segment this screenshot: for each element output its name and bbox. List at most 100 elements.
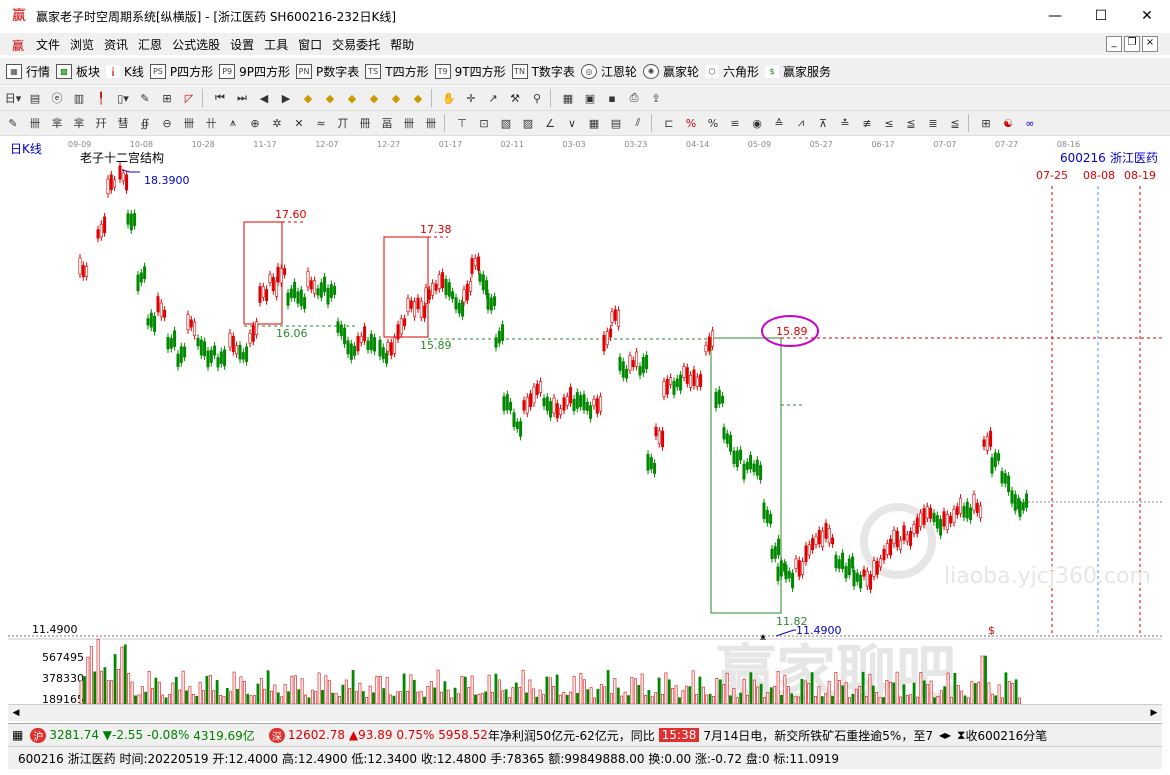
draw-tool-11-icon[interactable]: ⩚ bbox=[224, 114, 242, 132]
percent-icon[interactable]: % bbox=[704, 114, 722, 132]
tools-icon[interactable]: ⚒ bbox=[506, 89, 524, 107]
infinity-icon[interactable]: ∞ bbox=[1021, 114, 1039, 132]
draw-tool-13-icon[interactable]: ✲ bbox=[268, 114, 286, 132]
draw-grid-icon[interactable]: ⊞ bbox=[977, 114, 995, 132]
draw-tool-43-icon[interactable]: ≦ bbox=[946, 114, 964, 132]
calendar-icon[interactable]: ▦ bbox=[559, 89, 577, 107]
chart-style-icon[interactable]: ▤ bbox=[26, 89, 44, 107]
menu-help[interactable]: 帮助 bbox=[390, 36, 414, 53]
tick-label[interactable]: 收600216分笔 bbox=[965, 727, 1047, 744]
draw-tool-5-icon[interactable]: 幵 bbox=[92, 114, 110, 132]
kline-chart[interactable]: 09-09 10-08 10-28 11-17 12-07 12-27 01-17 02-11… bbox=[8, 138, 1162, 704]
draw-tool-21-icon[interactable]: ⊤ bbox=[453, 114, 471, 132]
candles-icon[interactable]: ╿ bbox=[92, 89, 110, 107]
menu-tools[interactable]: 工具 bbox=[264, 36, 288, 53]
draw-tool-16-icon[interactable]: 丌 bbox=[334, 114, 352, 132]
draw-tool-17-icon[interactable]: 冊 bbox=[356, 114, 374, 132]
save-icon[interactable]: ▪ bbox=[603, 89, 621, 107]
draw-tool-25-icon[interactable]: ∠ bbox=[541, 114, 559, 132]
draw-tool-40-icon[interactable]: ≤ bbox=[880, 114, 898, 132]
toolbar-p-square[interactable]: PS P四方形 bbox=[149, 63, 213, 80]
mdi-restore-button[interactable]: ❐ bbox=[1124, 36, 1140, 52]
draw-tool-9-icon[interactable]: 卌 bbox=[180, 114, 198, 132]
info-icon[interactable]: ⓔ bbox=[48, 89, 66, 107]
minimize-button[interactable]: — bbox=[1032, 0, 1078, 32]
toolbar-service[interactable]: $ 赢家服务 bbox=[764, 63, 831, 80]
draw-tool-4-icon[interactable]: 芈 bbox=[70, 114, 88, 132]
line-tool-icon[interactable]: ↗ bbox=[484, 89, 502, 107]
window-icon[interactable]: ▣ bbox=[581, 89, 599, 107]
menu-file[interactable]: 文件 bbox=[36, 36, 60, 53]
draw-tool-33-icon[interactable]: ≌ bbox=[726, 114, 744, 132]
sh-index[interactable]: 3281.74 bbox=[49, 728, 99, 742]
draw-tool-30-icon[interactable]: ⊏ bbox=[660, 114, 678, 132]
draw-tool-18-icon[interactable]: 畐 bbox=[378, 114, 396, 132]
pen-icon[interactable]: ✎ bbox=[136, 89, 154, 107]
bar-chart-icon[interactable]: ▥ bbox=[70, 89, 88, 107]
toolbar-quotes[interactable]: ▦ 行情 bbox=[6, 63, 50, 80]
draw-tool-27-icon[interactable]: ▦ bbox=[585, 114, 603, 132]
toolbar-winner-wheel[interactable]: ✺ 赢家轮 bbox=[642, 63, 699, 80]
diamond-1-icon[interactable]: ◆ bbox=[299, 89, 317, 107]
draw-tool-26-icon[interactable]: ∨ bbox=[563, 114, 581, 132]
menu-formula[interactable]: 公式选股 bbox=[172, 36, 220, 53]
maximize-button[interactable]: ☐ bbox=[1078, 0, 1124, 32]
diamond-3-icon[interactable]: ◆ bbox=[343, 89, 361, 107]
draw-pen-icon[interactable]: ✎ bbox=[4, 114, 22, 132]
candle-type-icon[interactable]: ▯▾ bbox=[114, 89, 132, 107]
draw-tool-8-icon[interactable]: ⊖ bbox=[158, 114, 176, 132]
toolbar-9t-square[interactable]: T9 9T四方形 bbox=[434, 63, 506, 80]
crosshair-icon[interactable]: ✛ bbox=[462, 89, 480, 107]
menu-trade[interactable]: 交易委托 bbox=[332, 36, 380, 53]
draw-tool-24-icon[interactable]: ▨ bbox=[519, 114, 537, 132]
first-icon[interactable]: ⏮ bbox=[211, 89, 229, 107]
close-button[interactable]: ✕ bbox=[1124, 0, 1170, 32]
scroll-arrows-icon[interactable]: ◂▸ bbox=[939, 728, 951, 742]
draw-tool-14-icon[interactable]: ✕ bbox=[290, 114, 308, 132]
next-icon[interactable]: ▶ bbox=[277, 89, 295, 107]
toolbar-p-numbers[interactable]: PN P数字表 bbox=[296, 63, 359, 80]
prev-icon[interactable]: ◀ bbox=[255, 89, 273, 107]
draw-tool-12-icon[interactable]: ⊕ bbox=[246, 114, 264, 132]
draw-tool-22-icon[interactable]: ⊡ bbox=[475, 114, 493, 132]
news-ticker-1[interactable]: 年净利润50亿元-62亿元，同比 bbox=[488, 727, 655, 744]
mdi-minimize-button[interactable]: _ bbox=[1106, 36, 1122, 52]
draw-tool-7-icon[interactable]: ∯ bbox=[136, 114, 154, 132]
draw-tool-42-icon[interactable]: ≣ bbox=[924, 114, 942, 132]
draw-tool-6-icon[interactable]: 彗 bbox=[114, 114, 132, 132]
yin-yang-icon[interactable]: ☯ bbox=[999, 114, 1017, 132]
diamond-2-icon[interactable]: ◆ bbox=[321, 89, 339, 107]
draw-tool-15-icon[interactable]: ≈ bbox=[312, 114, 330, 132]
draw-tool-19-icon[interactable]: 卌 bbox=[400, 114, 418, 132]
menu-info[interactable]: 资讯 bbox=[104, 36, 128, 53]
draw-tool-35-icon[interactable]: ≙ bbox=[770, 114, 788, 132]
export-icon[interactable]: ⇪ bbox=[647, 89, 665, 107]
toolbar-kline[interactable]: ╽ K线 bbox=[106, 63, 144, 80]
draw-tool-41-icon[interactable]: ≦ bbox=[902, 114, 920, 132]
draw-tool-23-icon[interactable]: ▧ bbox=[497, 114, 515, 132]
toolbar-hexagon[interactable]: ⬡ 六角形 bbox=[704, 63, 759, 80]
draw-tool-36-icon[interactable]: ⩘ bbox=[792, 114, 810, 132]
draw-tool-29-icon[interactable]: ⫽ bbox=[629, 114, 647, 132]
hand-icon[interactable]: ✋ bbox=[440, 89, 458, 107]
toolbar-gann-wheel[interactable]: ◎ 江恩轮 bbox=[580, 63, 637, 80]
menu-browse[interactable]: 浏览 bbox=[70, 36, 94, 53]
last-icon[interactable]: ⏭ bbox=[233, 89, 251, 107]
draw-tool-3-icon[interactable]: 芈 bbox=[48, 114, 66, 132]
chart-scrollbar[interactable]: ◀ ▶ bbox=[8, 704, 1162, 721]
menu-settings[interactable]: 设置 bbox=[230, 36, 254, 53]
sz-index[interactable]: 12602.78 bbox=[288, 728, 345, 742]
scroll-left-icon[interactable]: ◀ bbox=[8, 705, 24, 721]
diamond-4-icon[interactable]: ◆ bbox=[365, 89, 383, 107]
diamond-6-icon[interactable]: ◆ bbox=[409, 89, 427, 107]
search-icon[interactable]: ⚲ bbox=[528, 89, 546, 107]
draw-tool-37-icon[interactable]: ⊼ bbox=[814, 114, 832, 132]
toolbar-sectors[interactable]: ▩ 板块 bbox=[56, 63, 100, 80]
diamond-5-icon[interactable]: ◆ bbox=[387, 89, 405, 107]
draw-tool-10-icon[interactable]: 卄 bbox=[202, 114, 220, 132]
fibonacci-icon[interactable]: ⊞ bbox=[158, 89, 176, 107]
toolbar-9p-square[interactable]: P9 9P四方形 bbox=[219, 63, 290, 80]
draw-tool-39-icon[interactable]: ≢ bbox=[858, 114, 876, 132]
draw-bars-icon[interactable]: 卌 bbox=[26, 114, 44, 132]
status-grid-icon[interactable]: ▦ bbox=[12, 728, 23, 742]
